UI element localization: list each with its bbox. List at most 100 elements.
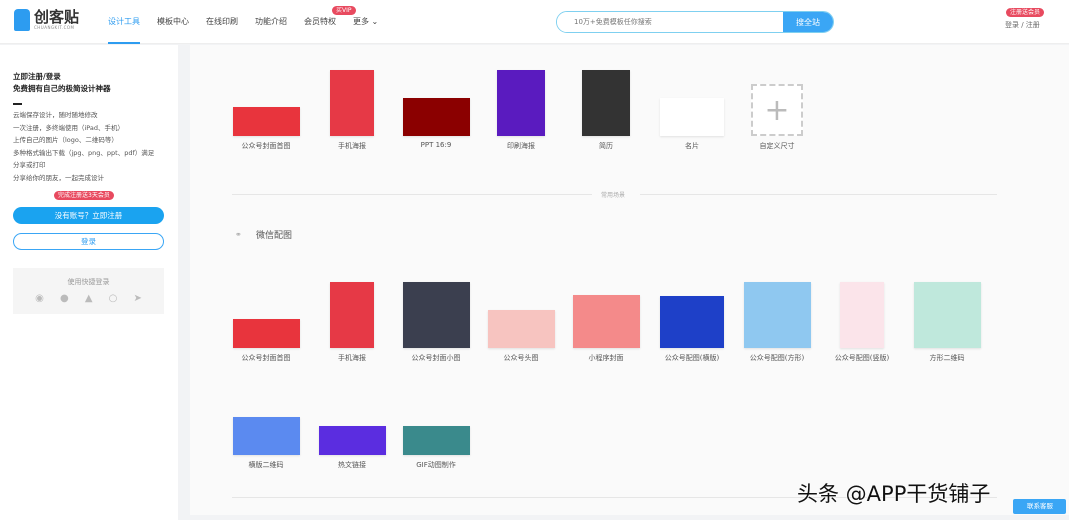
- sidebar-title-line2: 免费拥有自己的极简设计神器: [13, 84, 111, 93]
- chat-icon[interactable]: ○: [109, 293, 118, 304]
- thumbnail-wrapper: [402, 280, 470, 348]
- template-label: 小程序封面: [588, 354, 624, 362]
- watermark: 头条 @APP干货铺子: [797, 482, 991, 506]
- template-thumbnail[interactable]: [330, 70, 374, 136]
- quick-login-label: 使用快捷登录: [67, 278, 110, 286]
- logo-icon: [14, 9, 30, 31]
- login-button[interactable]: 登录: [13, 233, 164, 250]
- template-item[interactable]: 公众号配图(横版): [647, 280, 737, 363]
- template-thumbnail[interactable]: [402, 426, 470, 455]
- template-item[interactable]: 印刷海报: [476, 68, 566, 151]
- template-thumbnail[interactable]: [232, 417, 300, 455]
- template-label: 手机海报: [338, 142, 366, 150]
- template-item[interactable]: 公众号头图: [476, 280, 566, 363]
- template-item[interactable]: 方形二维码: [902, 280, 992, 363]
- template-label: 自定义尺寸: [759, 142, 795, 150]
- nav-item[interactable]: 设计工具: [108, 0, 140, 44]
- template-thumbnail[interactable]: [660, 98, 724, 136]
- template-thumbnail[interactable]: [318, 426, 386, 455]
- template-item[interactable]: + 自定义尺寸: [732, 68, 822, 151]
- thumbnail-wrapper: [232, 280, 300, 348]
- thumbnail-wrapper: [582, 68, 630, 136]
- template-item[interactable]: 手机海报: [307, 280, 397, 363]
- feature-list: 云端保存设计，随时随地修改 一次注册，多终端使用（iPad、手机） 上传自己的图片（…: [13, 109, 154, 184]
- template-thumbnail[interactable]: [660, 296, 724, 348]
- wechat-icon[interactable]: ●: [60, 293, 69, 304]
- thumbnail-wrapper: [487, 280, 555, 348]
- image-icon: ⚭: [235, 230, 242, 239]
- search-input[interactable]: [557, 12, 783, 32]
- template-thumbnail[interactable]: [330, 282, 374, 348]
- template-item[interactable]: 名片: [647, 68, 737, 151]
- template-label: 热文链接: [338, 461, 366, 469]
- template-item[interactable]: 简历: [561, 68, 651, 151]
- feature-item: 云端保存设计，随时随地修改: [13, 111, 98, 119]
- template-thumbnail[interactable]: [232, 319, 300, 348]
- vip-badge: 买VIP: [332, 6, 356, 15]
- template-item[interactable]: 手机海报: [307, 68, 397, 151]
- template-label: 公众号头图: [503, 354, 539, 362]
- template-thumbnail[interactable]: [840, 282, 884, 348]
- template-item[interactable]: 横版二维码: [221, 387, 311, 470]
- search-button[interactable]: 搜全站: [783, 12, 833, 32]
- template-thumbnail[interactable]: [487, 310, 555, 348]
- nav-item[interactable]: 模板中心: [157, 0, 189, 44]
- template-thumbnail[interactable]: [402, 98, 470, 136]
- nav-item[interactable]: 功能介绍: [255, 0, 287, 44]
- template-item[interactable]: 公众号封面首图: [221, 280, 311, 363]
- thumbnail-wrapper: [330, 280, 374, 348]
- section-caption: 常用场景: [601, 192, 626, 199]
- support-button[interactable]: 联系客服: [1013, 499, 1066, 514]
- template-thumbnail[interactable]: [582, 70, 630, 136]
- quick-login-icons: ◉ ● ▲ ○ ➤: [13, 287, 164, 304]
- template-label: 公众号配图(横版): [664, 354, 720, 362]
- thumbnail-wrapper: [330, 68, 374, 136]
- divider: [232, 194, 592, 195]
- thumbnail-wrapper: [660, 280, 724, 348]
- template-thumbnail[interactable]: [402, 282, 470, 348]
- sidebar: 立即注册/登录 免费拥有自己的极简设计神器 云端保存设计，随时随地修改 一次注册，多…: [0, 45, 178, 520]
- nav-item[interactable]: 会员特权: [304, 0, 336, 44]
- template-item[interactable]: 公众号配图(竖版): [817, 280, 907, 363]
- template-thumbnail[interactable]: [497, 70, 545, 136]
- template-thumbnail[interactable]: [913, 282, 981, 348]
- nav-item[interactable]: 更多 ⌄: [353, 0, 378, 44]
- plus-icon[interactable]: +: [751, 84, 803, 136]
- template-item[interactable]: 小程序封面: [561, 280, 651, 363]
- login-register-link[interactable]: 登录 / 注册: [1005, 20, 1040, 30]
- template-thumbnail[interactable]: [743, 282, 811, 348]
- register-button[interactable]: 没有账号？立即注册: [13, 207, 164, 224]
- divider: [13, 103, 22, 105]
- template-label: 手机海报: [338, 354, 366, 362]
- sidebar-title: 立即注册/登录 免费拥有自己的极简设计神器: [13, 71, 111, 95]
- qq-icon[interactable]: ▲: [85, 293, 93, 304]
- dingtalk-icon[interactable]: ➤: [134, 293, 142, 304]
- template-label: 简历: [599, 142, 613, 150]
- template-item[interactable]: 公众号封面首图: [221, 68, 311, 151]
- template-thumbnail[interactable]: [232, 107, 300, 136]
- thumbnail-wrapper: [402, 387, 470, 455]
- template-label: 公众号封面首图: [241, 354, 291, 362]
- weibo-icon[interactable]: ◉: [35, 293, 44, 304]
- search-bar: 搜全站: [556, 11, 834, 33]
- section-title: 微信配图: [256, 231, 293, 241]
- template-item[interactable]: GIF动图制作: [391, 387, 481, 470]
- template-label: PPT 16:9: [420, 141, 452, 149]
- divider: [640, 194, 997, 195]
- template-label: 印刷海报: [507, 142, 535, 150]
- template-thumbnail[interactable]: [572, 295, 640, 348]
- thumbnail-wrapper: [840, 280, 884, 348]
- feature-item: 多种格式输出下载（jpg、png、ppt、pdf）满足: [13, 148, 155, 157]
- template-item[interactable]: 公众号封面小图: [391, 280, 481, 363]
- logo[interactable]: 创客贴 CHUANGKIT.COM: [14, 9, 79, 31]
- register-badge: 注册送会员: [1006, 8, 1045, 17]
- nav-item[interactable]: 在线印刷: [206, 0, 238, 44]
- template-item[interactable]: PPT 16:9: [391, 68, 481, 149]
- feature-item: 上传自己的图片（logo、二维码等）: [13, 136, 118, 144]
- template-label: 公众号封面小图: [411, 354, 461, 362]
- quick-login-panel: 使用快捷登录 ◉ ● ▲ ○ ➤: [13, 268, 164, 314]
- template-item[interactable]: 热文链接: [307, 387, 397, 470]
- template-item[interactable]: 公众号配图(方形): [732, 280, 822, 363]
- template-label: 横版二维码: [248, 461, 284, 469]
- template-label: 公众号配图(竖版): [834, 354, 890, 362]
